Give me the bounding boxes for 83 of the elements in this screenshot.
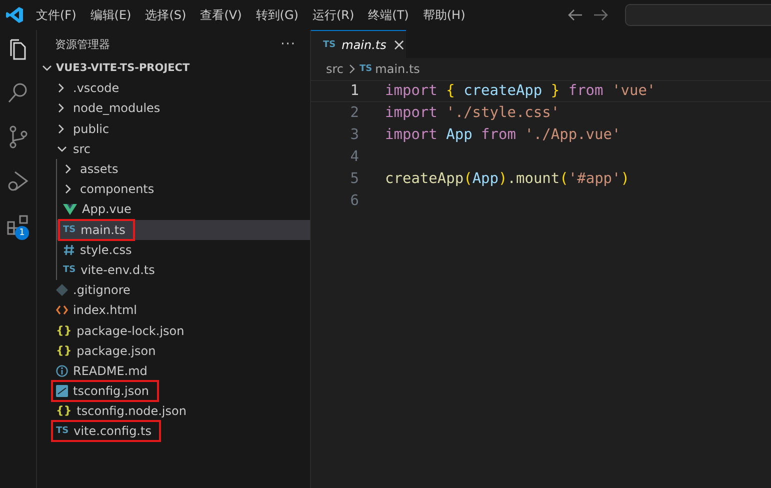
tree-item[interactable]: README.md [37,360,310,381]
notification-badge: 1 [15,226,29,240]
tree-item[interactable]: .vscode [37,78,310,98]
line-number: 6 [349,193,360,209]
more-button[interactable]: ··· [280,36,296,52]
menu-item[interactable]: 终端(T) [362,6,417,24]
menu-item[interactable]: 选择(S) [139,6,194,24]
diamond-icon [56,284,68,296]
app-logo-icon [6,6,24,24]
line-number: 3 [349,127,360,143]
typescript-file-icon: TS [56,426,69,436]
item-label: index.html [73,303,137,318]
editor-tab[interactable]: TS main.ts × [311,30,406,58]
menu-item[interactable]: 文件(F) [30,6,84,24]
item-label: .gitignore [73,283,130,298]
line-number: 2 [349,105,360,121]
tree-item[interactable]: .gitignore [37,280,310,300]
breadcrumb-item[interactable]: main.ts [375,62,420,76]
typescript-file-icon: TS [63,224,76,235]
code-line: createApp(App).mount('#app') [385,171,630,187]
typescript-file-icon: TS [360,64,372,74]
item-label: README.md [73,364,148,378]
menu-item[interactable]: 转到(G) [250,6,306,24]
menu-item[interactable]: 运行(R) [306,6,362,24]
item-label: components [80,182,154,196]
item-label: src [73,142,91,156]
item-label: package-lock.json [76,324,184,338]
angle-brackets-icon [56,305,68,316]
code-line: import './style.css' [385,105,560,121]
tree-item[interactable]: components [57,179,310,200]
tree-item[interactable]: TS vite-env.d.ts [57,260,310,280]
tree-item[interactable]: {} package-lock.json [37,320,310,341]
item-label: tsconfig.node.json [76,404,186,418]
menu-item[interactable]: 帮助(H) [416,6,474,24]
tree-item[interactable]: node_modules [37,98,310,119]
typescript-file-icon: TS [323,40,336,50]
item-label: public [73,122,110,136]
back-arrow-icon[interactable] [567,8,583,22]
item-label: vite-env.d.ts [80,262,155,277]
item-label: package.json [76,344,156,358]
braces-icon: {} [56,324,72,337]
item-label: main.ts [80,222,126,237]
tree-item[interactable]: {} package.json [37,340,310,361]
tree-item[interactable]: public [37,118,310,139]
tree-item[interactable]: {} tsconfig.node.json [37,401,310,422]
braces-icon: {} [56,344,72,357]
tree-item[interactable]: TS vite.config.ts [37,421,310,442]
command-search-field[interactable] [625,4,771,26]
typescript-file-icon: TS [63,264,76,275]
hash-icon [63,244,75,256]
tree-item[interactable]: index.html [37,300,310,320]
tree-item[interactable]: src [37,138,310,159]
tree-item[interactable]: assets [57,158,310,180]
menu-item[interactable]: 查看(V) [194,6,250,24]
menu-item[interactable]: 编辑(E) [84,6,140,24]
item-label: VUE3-VITE-TS-PROJECT [56,62,190,74]
tree-item[interactable]: App.vue [57,199,310,220]
item-label: .vscode [73,81,120,96]
item-label: assets [80,162,118,176]
item-label: App.vue [82,202,132,216]
braces-icon: {} [56,405,72,418]
item-label: vite.config.ts [74,424,152,438]
tree-item[interactable]: style.css [57,240,310,260]
tree-item[interactable]: tsconfig.json [37,381,310,402]
blocks-icon[interactable] [6,213,30,237]
close-button[interactable]: × [392,35,406,54]
breadcrumb-item[interactable]: src [326,62,344,76]
forward-arrow-icon[interactable] [593,8,609,22]
item-label: style.css [80,242,132,257]
item-label: tsconfig.json [73,384,150,398]
info-icon [56,364,68,377]
line-number: 4 [349,149,360,165]
chevron-right-icon [346,63,357,75]
line-number: 5 [349,171,360,187]
item-label: node_modules [73,101,160,116]
vue-file-icon [63,203,77,216]
line-number: 1 [349,83,360,99]
tree-item[interactable]: TS main.ts [57,220,310,240]
panel-title: 资源管理器 [55,36,110,52]
tsconfig-file-icon [56,385,68,398]
tree-item[interactable]: VUE3-VITE-TS-PROJECT [37,58,310,78]
code-line: import App from './App.vue' [385,127,621,143]
code-line: import { createApp } from 'vue' [385,83,656,99]
